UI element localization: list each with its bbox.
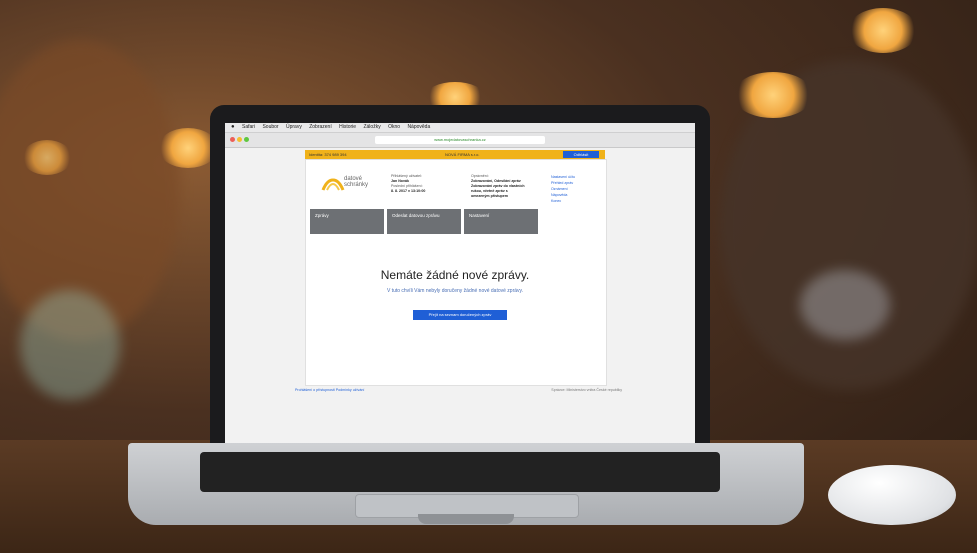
keyboard [200,452,720,492]
bokeh-light-green [20,290,120,400]
go-to-received-button[interactable]: Přejít na seznam doručených zpráv [413,310,507,320]
user-info: Přihlášený uživatel: Jan Novák Poslední … [391,174,425,194]
mouse [828,465,956,525]
bokeh-light-blue [800,270,890,340]
datove-schranky-logo-icon [321,178,345,191]
address-bar[interactable]: www.mojedatovaschranka.cz [375,136,545,144]
side-links: Nastavení účtu Přehled zpráv Oznámení Ná… [551,174,575,204]
tab-odeslat[interactable]: Odeslat datovou zprávu [387,209,461,234]
lamp [22,140,72,175]
lamp [158,128,218,168]
permissions-info: Oprávnění: Zobrazování, Odesílání zpráv … [471,174,525,199]
menu-soubor[interactable]: Soubor [262,124,278,130]
info-line: omezeným přístupem [471,194,508,198]
cafe-background: ● Safari Soubor Úpravy Zobrazení Histori… [0,0,977,553]
laptop-screen: ● Safari Soubor Úpravy Zobrazení Histori… [225,123,695,443]
info-line: 8. 8. 2017 v 13:10:00 [391,189,426,193]
menu-upravy[interactable]: Úpravy [286,124,302,130]
company-name: NOVÁ FIRMA s.r.o. [445,152,480,157]
laptop-notch [418,514,514,524]
empty-title: Nemáte žádné nové zprávy. [380,268,530,282]
tab-nastaveni[interactable]: Nastavení [464,209,538,234]
menu-historie[interactable]: Historie [339,124,356,130]
minimize-window-icon[interactable] [237,137,242,142]
browser-toolbar: www.mojedatovaschranka.cz [225,133,695,148]
logout-button[interactable]: Odhlásit [563,151,599,158]
apple-icon: ● [231,124,235,130]
menu-okno[interactable]: Okno [388,124,400,130]
main-card: datové schránky Přihlášený uživatel: Jan… [305,159,607,386]
logo-text: datové schránky [344,176,368,188]
mac-menubar: ● Safari Soubor Úpravy Zobrazení Histori… [225,123,695,133]
lamp [848,8,918,53]
menu-zalozky[interactable]: Záložky [363,124,380,130]
menu-zobrazeni[interactable]: Zobrazení [309,124,332,130]
link-konec[interactable]: Konec [551,198,575,204]
empty-subtitle: V tuto chvíli Vám nebyly doručeny žádné … [386,288,524,294]
tab-zpravy[interactable]: Zprávy [310,209,384,234]
identity-bar: Identita: 374 989 394 NOVÁ FIRMA s.r.o. … [305,150,605,159]
logo-line2: schránky [344,182,369,188]
zoom-window-icon[interactable] [244,137,249,142]
menu-napoveda[interactable]: Nápověda [407,124,430,130]
footer-credit: Správce: Ministerstvo vnitra České repub… [551,388,622,392]
close-window-icon[interactable] [230,137,235,142]
menu-safari[interactable]: Safari [242,124,255,130]
lamp [733,72,813,118]
identity-text: Identita: 374 989 394 [309,152,347,157]
empty-state: Nemáte žádné nové zprávy. V tuto chvíli … [306,248,604,384]
footer-links[interactable]: Prohlášení o přístupnosti Podmínky užívá… [295,388,364,392]
